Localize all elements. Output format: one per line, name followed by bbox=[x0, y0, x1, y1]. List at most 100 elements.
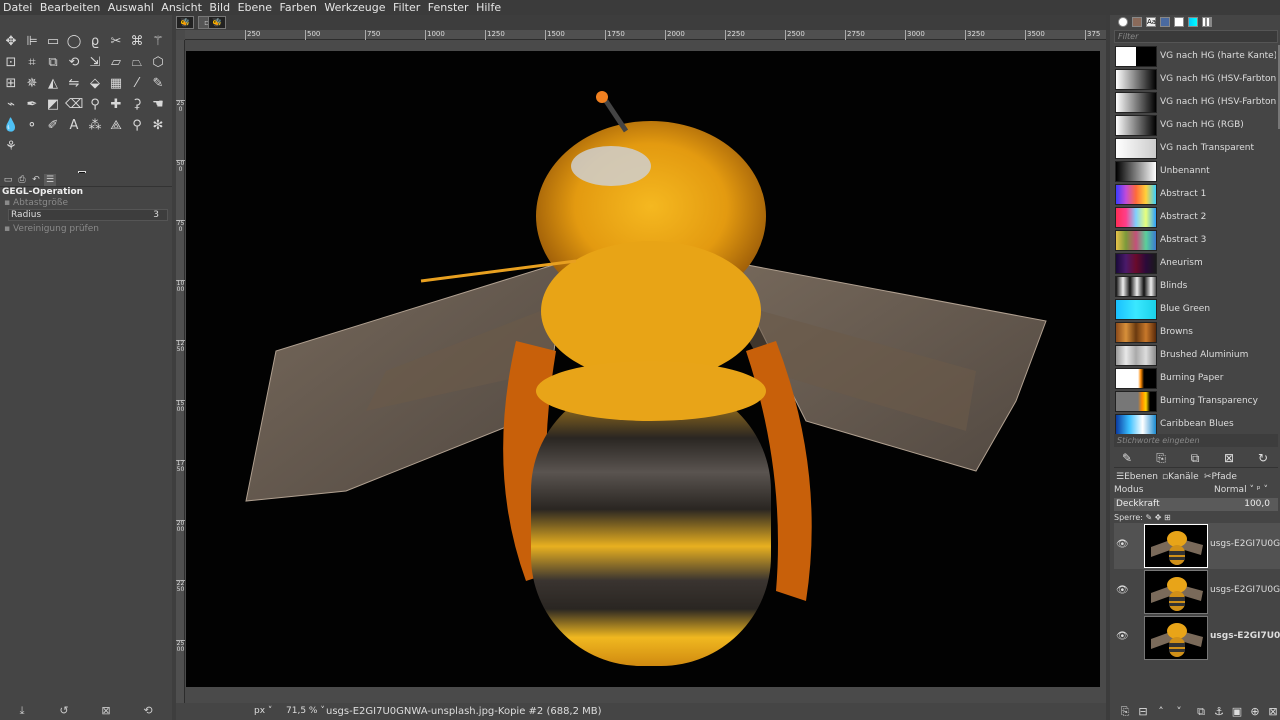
lock-alpha-icon[interactable]: ⊞ bbox=[1164, 513, 1171, 522]
menu-layer[interactable]: Ebene bbox=[238, 1, 272, 14]
handle-transform-icon[interactable]: ◭ bbox=[44, 75, 62, 93]
text-icon[interactable]: A bbox=[65, 117, 83, 135]
menu-tools[interactable]: Werkzeuge bbox=[324, 1, 385, 14]
shear-icon[interactable]: ▱ bbox=[107, 54, 125, 72]
scissors-icon[interactable]: ✂ bbox=[107, 33, 125, 51]
mode-select[interactable]: Normal ˅ ᵖ ˅ bbox=[1214, 484, 1268, 497]
tab-layers[interactable]: ☰Ebenen bbox=[1116, 470, 1158, 484]
unified-transform-icon[interactable]: ⧉ bbox=[44, 54, 62, 72]
refresh-gradients-icon[interactable]: ↻ bbox=[1256, 451, 1270, 465]
menu-file[interactable]: Datei bbox=[3, 1, 32, 14]
gradient-item[interactable]: Abstract 3 bbox=[1114, 229, 1276, 251]
menu-view[interactable]: Ansicht bbox=[161, 1, 202, 14]
eraser-icon[interactable]: ⌫ bbox=[65, 96, 83, 114]
gradient-item[interactable]: VG nach HG (HSV-Farbton ge bbox=[1114, 68, 1276, 90]
pencil-icon[interactable]: ✎ bbox=[149, 75, 167, 93]
raise-layer-icon[interactable]: ˄ bbox=[1154, 705, 1168, 719]
gradient-item[interactable]: VG nach Transparent bbox=[1114, 137, 1276, 159]
fonts-tab-icon[interactable]: Aa bbox=[1146, 17, 1156, 27]
heal-icon[interactable]: ✚ bbox=[107, 96, 125, 114]
visibility-eye-icon[interactable]: 👁 bbox=[1116, 585, 1129, 596]
merge-layer-icon[interactable]: ⊕ bbox=[1248, 705, 1262, 719]
delete-gradient-icon[interactable]: ⊠ bbox=[1222, 451, 1236, 465]
lock-position-icon[interactable]: ✥ bbox=[1155, 513, 1162, 522]
gradient-item[interactable]: Burning Transparency bbox=[1114, 390, 1276, 412]
new-layer-group-icon[interactable]: ⊟ bbox=[1136, 705, 1150, 719]
foreground-select-icon[interactable]: ⊡ bbox=[2, 54, 20, 72]
gradient-item[interactable]: Caribbean Blues bbox=[1114, 413, 1276, 435]
measure-icon[interactable]: ⟁ bbox=[107, 117, 125, 135]
cage-icon[interactable]: ⊞ bbox=[2, 75, 20, 93]
layer-row[interactable]: 👁 usgs-E2GI7U0GN bbox=[1114, 615, 1280, 661]
mypaint-brush-icon[interactable]: ◩ bbox=[44, 96, 62, 114]
gegl-operation-icon[interactable]: ✻ bbox=[149, 117, 167, 135]
image-canvas[interactable] bbox=[186, 51, 1100, 687]
perspective-icon[interactable]: ⏢ bbox=[128, 54, 146, 72]
image-tab-2[interactable]: 🐝 bbox=[208, 16, 226, 29]
bucket-fill-icon[interactable]: ⬙ bbox=[86, 75, 104, 93]
paths-icon[interactable]: ✐ bbox=[44, 117, 62, 135]
fuzzy-select-icon[interactable]: ⌘ bbox=[128, 33, 146, 51]
gradient-list[interactable]: VG nach HG (harte Kante) VG nach HG (HSV-… bbox=[1114, 45, 1276, 443]
scale-icon[interactable]: ⇲ bbox=[86, 54, 104, 72]
zoom-icon[interactable]: ⚲ bbox=[128, 117, 146, 135]
lasso-icon[interactable]: ϱ bbox=[86, 33, 104, 51]
canvas-area[interactable] bbox=[185, 40, 1106, 703]
document-tab-icon[interactable] bbox=[1174, 17, 1184, 27]
vertical-ruler[interactable]: 250 500 750 1000 1250 1500 1750 2000 225… bbox=[176, 40, 185, 703]
horizontal-ruler[interactable]: 250 500 750 1000 1250 1500 1750 2000 225… bbox=[185, 30, 1106, 40]
tags-input[interactable]: Stichworte eingeben bbox=[1114, 434, 1278, 447]
tool-options-tab-icon[interactable]: ▭ bbox=[2, 174, 14, 186]
gradient-item[interactable]: Browns bbox=[1114, 321, 1276, 343]
merge-check-option[interactable]: ▪ Vereinigung prüfen bbox=[4, 224, 99, 234]
unit-selector[interactable]: px ˅ bbox=[254, 703, 272, 720]
image-tab-1[interactable]: 🐝 bbox=[176, 16, 194, 29]
gradient-item[interactable]: Aneurism bbox=[1114, 252, 1276, 274]
color-picker-icon[interactable]: ⁂ bbox=[86, 117, 104, 135]
duplicate-gradient-icon[interactable]: ⧉ bbox=[1188, 451, 1202, 465]
undo-history-tab-icon[interactable]: ↶ bbox=[30, 174, 42, 186]
airbrush-icon[interactable]: ⌁ bbox=[2, 96, 20, 114]
edit-gradient-icon[interactable]: ✎ bbox=[1120, 451, 1134, 465]
templates-tab-icon[interactable] bbox=[1202, 17, 1212, 27]
gradient-item[interactable]: Blue Green bbox=[1114, 298, 1276, 320]
gradient-item[interactable]: Burning Paper bbox=[1114, 367, 1276, 389]
brushes-tab-icon[interactable] bbox=[1118, 17, 1128, 27]
radius-spinner[interactable]: Radius 3 bbox=[8, 209, 168, 221]
menu-image[interactable]: Bild bbox=[209, 1, 230, 14]
layer-row[interactable]: 👁 usgs-E2GI7U0GNW bbox=[1114, 569, 1280, 615]
rotate-icon[interactable]: ⟲ bbox=[65, 54, 83, 72]
layer-name[interactable]: usgs-E2GI7U0GNW bbox=[1210, 585, 1280, 595]
new-layer-icon[interactable]: ⎘ bbox=[1118, 705, 1132, 719]
move-tool-icon[interactable]: ✥ bbox=[2, 33, 20, 51]
tab-channels[interactable]: ▫Kanäle bbox=[1162, 470, 1199, 484]
gradient-filter-input[interactable]: Filter bbox=[1114, 30, 1278, 43]
blur-icon[interactable]: 💧 bbox=[2, 117, 20, 135]
palettes-tab-icon[interactable] bbox=[1160, 17, 1170, 27]
menu-windows[interactable]: Fenster bbox=[428, 1, 469, 14]
save-options-icon[interactable]: ⤓ bbox=[14, 704, 30, 718]
warp-icon[interactable]: ✵ bbox=[23, 75, 41, 93]
layer-name[interactable]: usgs-E2GI7U0GNW bbox=[1210, 539, 1280, 549]
gradient-item[interactable]: Abstract 1 bbox=[1114, 183, 1276, 205]
ink-icon[interactable]: ✒ bbox=[23, 96, 41, 114]
opacity-slider[interactable]: Deckkraft 100,0 bbox=[1114, 498, 1278, 511]
anchor-layer-icon[interactable]: ⚓ bbox=[1212, 705, 1226, 719]
radius-value[interactable]: 3 bbox=[153, 210, 159, 221]
menu-select[interactable]: Auswahl bbox=[108, 1, 154, 14]
flip-icon[interactable]: ⇋ bbox=[65, 75, 83, 93]
tab-paths[interactable]: ✂Pfade bbox=[1204, 470, 1237, 484]
dodge-icon[interactable]: ⚬ bbox=[23, 117, 41, 135]
visibility-eye-icon[interactable]: 👁 bbox=[1116, 631, 1129, 642]
menu-filters[interactable]: Filter bbox=[393, 1, 420, 14]
gradient-item[interactable]: VG nach HG (RGB) bbox=[1114, 114, 1276, 136]
gradient-item[interactable]: Unbenannt bbox=[1114, 160, 1276, 182]
layer-name[interactable]: usgs-E2GI7U0GN bbox=[1210, 631, 1280, 641]
sample-size-option[interactable]: ▪ Abtastgröße bbox=[4, 198, 68, 208]
ellipse-select-icon[interactable]: ◯ bbox=[65, 33, 83, 51]
visibility-eye-icon[interactable]: 👁 bbox=[1116, 539, 1129, 550]
mask-layer-icon[interactable]: ▣ bbox=[1230, 705, 1244, 719]
gradient-icon[interactable]: ▦ bbox=[107, 75, 125, 93]
duplicate-layer-icon[interactable]: ⧉ bbox=[1194, 705, 1208, 719]
device-status-tab-icon[interactable]: ⎙ bbox=[16, 174, 28, 186]
